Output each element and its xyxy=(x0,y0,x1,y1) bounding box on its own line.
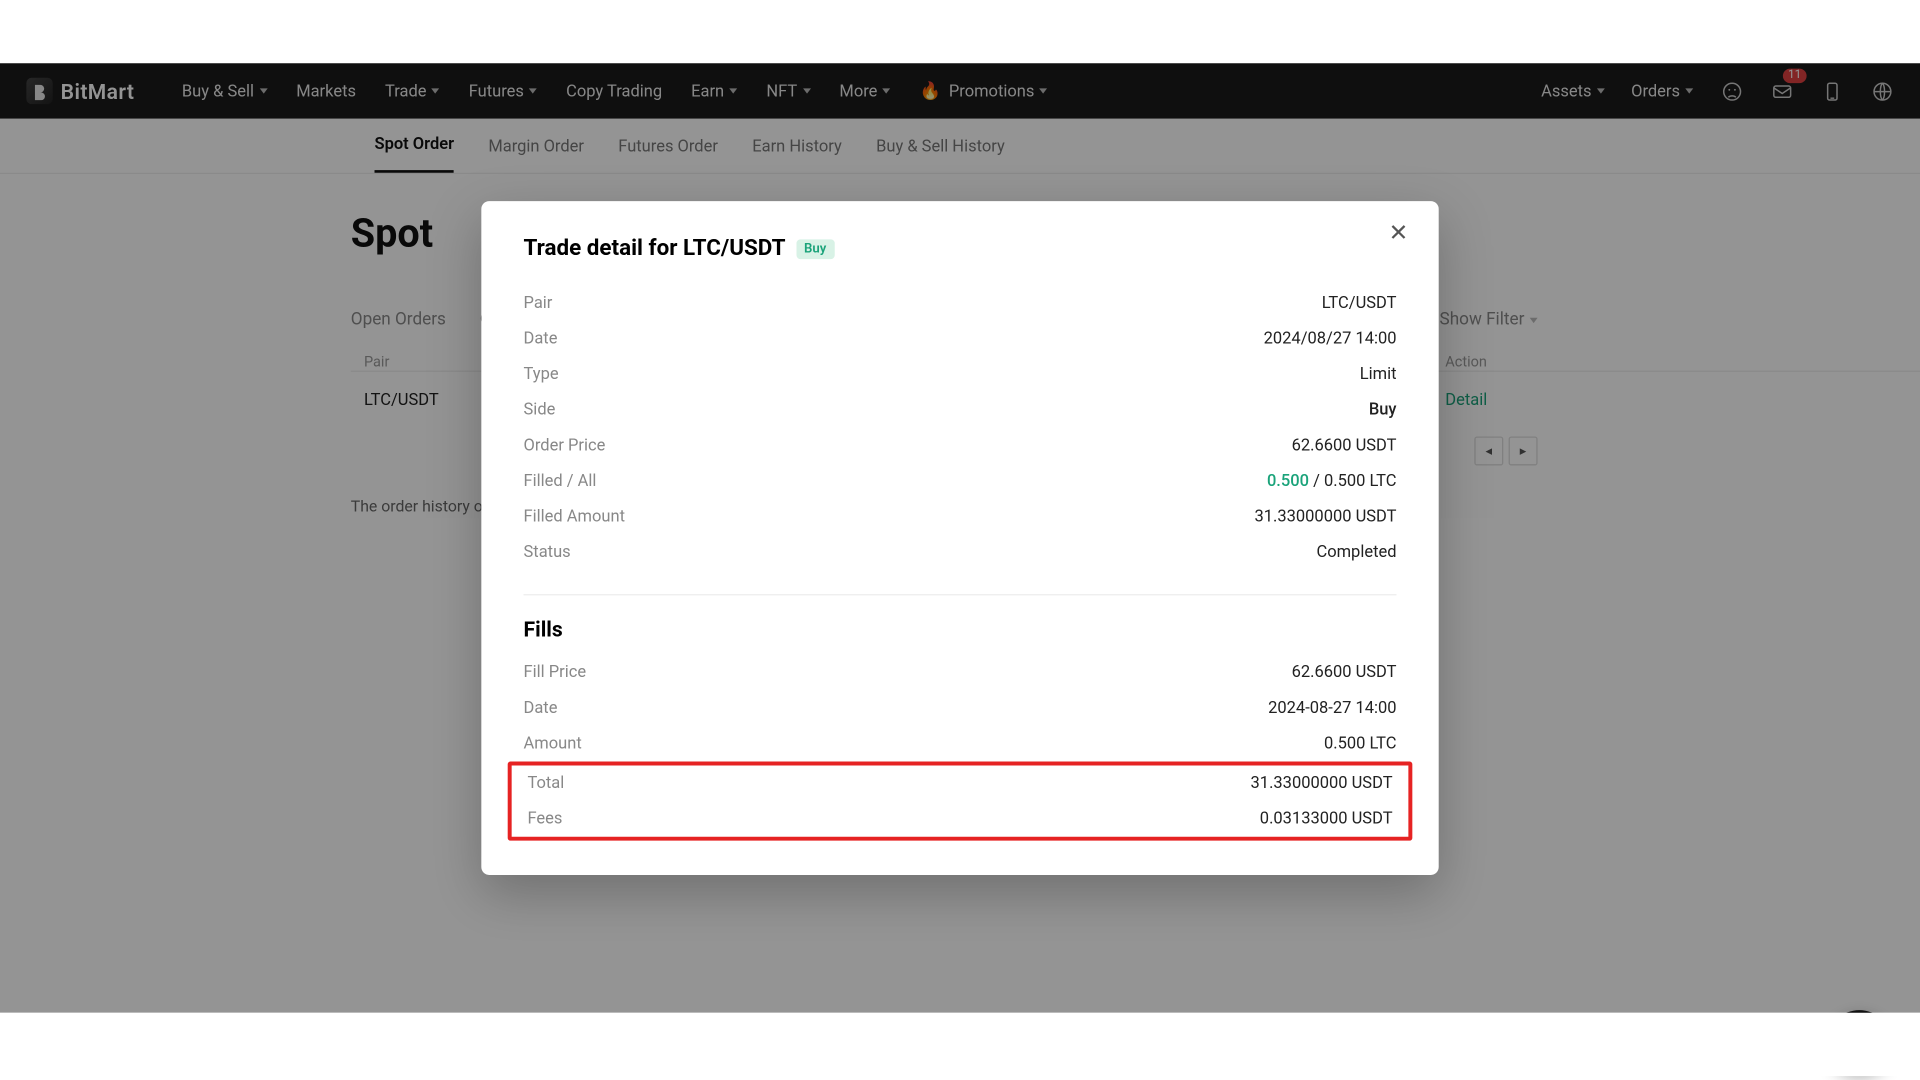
row-pair: PairLTC/USDT xyxy=(524,285,1397,321)
row-filled-all: Filled / All 0.500 / 0.500 LTC xyxy=(524,464,1397,500)
row-fill-date: Date2024-08-27 14:00 xyxy=(524,690,1397,726)
row-order-price: Order Price62.6600 USDT xyxy=(524,428,1397,464)
modal-title: Trade detail for LTC/USDT Buy xyxy=(524,235,1397,261)
row-filled-amount: Filled Amount31.33000000 USDT xyxy=(524,499,1397,535)
row-fill-fees: Fees0.03133000 USDT xyxy=(527,801,1392,837)
close-icon[interactable]: ✕ xyxy=(1389,222,1415,248)
row-side: SideBuy xyxy=(524,392,1397,428)
trade-detail-modal: ✕ Trade detail for LTC/USDT Buy PairLTC/… xyxy=(481,201,1438,875)
fills-heading: Fills xyxy=(524,594,1397,641)
letterbox-top xyxy=(0,0,1920,63)
highlighted-fills: Total31.33000000 USDT Fees0.03133000 USD… xyxy=(508,762,1413,841)
side-pill: Buy xyxy=(796,239,834,259)
row-date: Date2024/08/27 14:00 xyxy=(524,321,1397,357)
letterbox-bottom xyxy=(0,1013,1920,1076)
row-fill-price: Fill Price62.6600 USDT xyxy=(524,655,1397,691)
modal-overlay[interactable]: ✕ Trade detail for LTC/USDT Buy PairLTC/… xyxy=(0,63,1920,1012)
row-fill-amount: Amount0.500 LTC xyxy=(524,726,1397,762)
row-type: TypeLimit xyxy=(524,357,1397,393)
row-status: StatusCompleted xyxy=(524,535,1397,571)
row-fill-total: Total31.33000000 USDT xyxy=(527,766,1392,802)
